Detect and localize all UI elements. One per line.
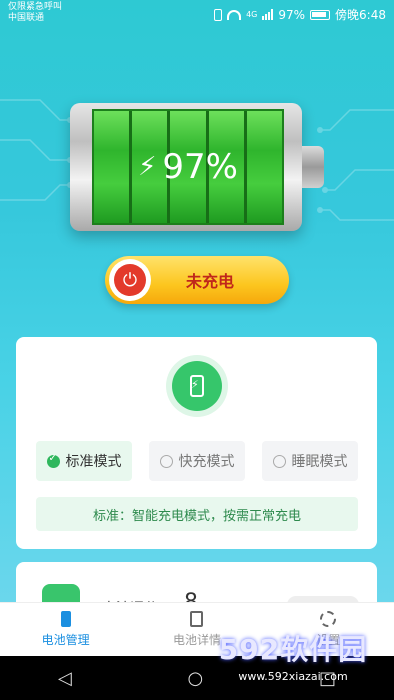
battery-cap bbox=[302, 146, 324, 188]
mode-label: 快充模式 bbox=[178, 454, 235, 470]
battery-percent-text: 97% bbox=[278, 7, 306, 22]
radio-icon bbox=[159, 454, 173, 468]
check-icon bbox=[46, 453, 60, 468]
tab-battery-management[interactable]: 电池管理 bbox=[0, 603, 131, 656]
gear-icon bbox=[320, 611, 337, 627]
signal-icon bbox=[262, 9, 274, 20]
document-icon bbox=[190, 611, 204, 627]
bluetooth-icon bbox=[214, 8, 223, 21]
network-type: 4G bbox=[246, 10, 258, 19]
wifi-icon bbox=[227, 9, 242, 20]
mode-sleep[interactable]: 睡眠模式 bbox=[262, 441, 358, 481]
mode-options: 标准模式 快充模式 睡眠模式 bbox=[36, 441, 358, 481]
battery-status-icon bbox=[310, 9, 331, 20]
radio-icon bbox=[272, 454, 286, 468]
clock: 傍晚6:48 bbox=[335, 8, 386, 22]
mode-standard[interactable]: 标准模式 bbox=[36, 441, 132, 481]
system-icons: 4G 97% 傍晚6:48 bbox=[214, 6, 386, 23]
charge-status-label: 未充电 bbox=[185, 272, 234, 291]
battery-icon bbox=[60, 611, 71, 627]
battery-graphic: ⚡ 97% bbox=[70, 103, 324, 231]
plug-icon: ⏻ bbox=[114, 264, 146, 296]
site-watermark: 592软件园 www.592xiazai.com bbox=[198, 628, 388, 692]
carrier-line-1: 仅限紧急呼叫 bbox=[8, 2, 63, 12]
charge-status-button[interactable]: ⏻ 未充电 bbox=[105, 256, 289, 304]
carrier-line-2: 中国联通 bbox=[8, 13, 45, 23]
bolt-icon: ⚡ bbox=[138, 152, 157, 182]
carrier-info: 仅限紧急呼叫 中国联通 bbox=[8, 2, 62, 24]
battery-level: ⚡ 97% bbox=[92, 109, 284, 225]
charge-mode-card: 标准模式 快充模式 睡眠模式 标准：智能充电模式，按需正常充电 bbox=[16, 337, 377, 549]
mode-label: 睡眠模式 bbox=[291, 454, 348, 470]
watermark-logo: 592软件园 bbox=[218, 633, 368, 666]
status-bar: 仅限紧急呼叫 中国联通 4G 97% 傍晚6:48 bbox=[0, 0, 394, 28]
plug-icon-wrap: ⏻ bbox=[109, 259, 151, 301]
mode-description: 标准：智能充电模式，按需正常充电 bbox=[36, 497, 358, 531]
mode-label: 标准模式 bbox=[65, 454, 122, 470]
tab-label: 电池管理 bbox=[41, 633, 90, 647]
back-button[interactable]: ◁ bbox=[58, 668, 72, 689]
battery-level-text: 97% bbox=[162, 147, 238, 187]
mode-fast-charge[interactable]: 快充模式 bbox=[149, 441, 245, 481]
watermark-url: www.592xiazai.com bbox=[238, 670, 348, 683]
battery-charge-icon bbox=[172, 361, 222, 411]
